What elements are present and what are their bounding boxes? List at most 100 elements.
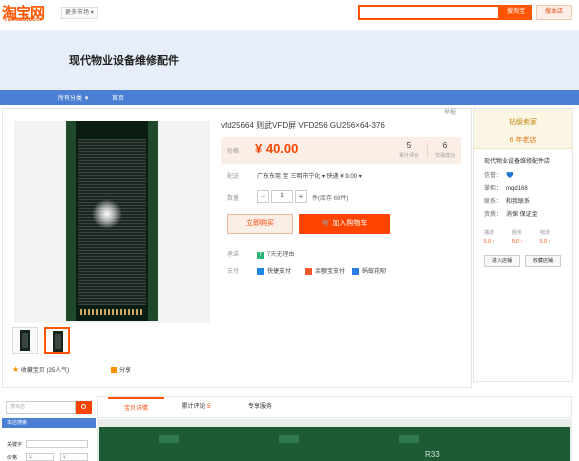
pay-method-quick[interactable]: 快捷支付: [257, 266, 291, 275]
star-icon: ★: [12, 365, 20, 374]
quals-row: 资质： 消保 保证金: [484, 209, 538, 218]
credit-label: 信誉：: [484, 173, 503, 179]
seller-row: 掌柜： mqd168: [484, 183, 528, 192]
shop-search-button[interactable]: [76, 401, 92, 414]
dsr-label: 服务: [512, 230, 523, 236]
dsr-logistics: 物流 5.0 ↑: [540, 229, 551, 245]
taobao-logo[interactable]: 淘宝网 Taobao.com: [2, 2, 52, 24]
quantity-plus-button[interactable]: +: [295, 190, 307, 203]
quantity-minus-button[interactable]: −: [257, 190, 269, 203]
divider: [427, 143, 428, 158]
currency-symbol: ¥: [29, 455, 32, 461]
dsr-label: 描述: [484, 230, 495, 236]
search-taobao-button[interactable]: 搜淘宝: [500, 5, 532, 20]
dsr-value: 5.0 ↑: [512, 239, 523, 245]
tab-reviews[interactable]: 累计评论 5: [168, 397, 224, 418]
dsr-describe: 描述 5.0 ↑: [484, 229, 495, 245]
search-icon: [81, 404, 86, 409]
market-dropdown[interactable]: 更多市场 ▾: [61, 7, 98, 19]
flash-glare: [92, 199, 122, 229]
search-shop-button[interactable]: 搜本店: [536, 5, 572, 20]
quickpay-icon: [257, 267, 264, 275]
shop-nav: 所有分类 ▼ 首页: [0, 90, 579, 105]
stock-text: 件(库存 69件): [312, 196, 349, 202]
seller-level: 钻级卖家: [509, 119, 537, 126]
detail-image: R33: [97, 419, 572, 461]
quals-label: 资质：: [484, 212, 503, 218]
shop-search-title: 本店搜索: [2, 418, 96, 428]
favorite-label: 收藏宝贝 (35人气): [20, 368, 70, 374]
share-link[interactable]: 分享: [111, 365, 131, 374]
nav-home[interactable]: 首页: [112, 93, 124, 102]
seller-name[interactable]: mqd168: [506, 186, 528, 192]
top-bar: 淘宝网 Taobao.com 更多市场 ▾ 搜淘宝 搜本店: [0, 0, 579, 30]
promise-item[interactable]: 7 7天无理由: [257, 249, 294, 259]
contact-link[interactable]: 和我联系: [506, 199, 530, 205]
product-title: vfd25664 则武VFD屏 VFD256 GU256×64-376: [221, 121, 385, 130]
pcb-component: [159, 435, 179, 443]
currency-symbol: ¥: [63, 455, 66, 461]
enter-shop-button[interactable]: 进入店铺: [484, 255, 520, 267]
pcb-component: [279, 435, 299, 443]
reviews-stat[interactable]: 5 累计评价: [397, 141, 421, 159]
search-input[interactable]: [358, 5, 500, 20]
pcb-edge: [148, 121, 158, 321]
shipping-selector[interactable]: 广东东莞 至 三明市宁化 ▾ 快递 ¥ 9.00 ▾: [257, 171, 362, 180]
quantity-label: 数量: [227, 196, 240, 202]
pcb-edge: [66, 121, 76, 321]
trades-count: 6: [442, 141, 448, 150]
share-icon: [111, 367, 117, 374]
keyword-input[interactable]: [26, 440, 88, 448]
pcb-label: R33: [425, 450, 440, 459]
promise-text: 7天无理由: [267, 252, 295, 258]
dsr-value: 5.0 ↑: [484, 239, 495, 245]
buy-now-button[interactable]: 立即购买: [227, 214, 293, 234]
contact-row: 联系： 和我联系: [484, 196, 530, 205]
shop-banner-name: 现代物业设备维修配件: [69, 55, 179, 67]
favorite-item[interactable]: ★ 收藏宝贝 (35人气): [12, 365, 69, 374]
seller-header: 钻级卖家 6 年老店: [474, 109, 572, 149]
tab-reviews-label: 累计评论: [181, 404, 206, 410]
dsr-value: 5.0 ↑: [540, 239, 551, 245]
reviews-count: 5: [406, 141, 412, 150]
thumbnail-1[interactable]: [12, 327, 38, 354]
thumbnail-2[interactable]: [44, 327, 70, 354]
favorite-shop-button[interactable]: 收藏店铺: [525, 255, 561, 267]
thumbnail-image: [53, 331, 63, 352]
promise-label: 承诺: [227, 252, 240, 258]
shop-search-panel: 搜本店 本店搜索 关键字 价格 ¥ ¥: [2, 396, 96, 461]
tab-detail[interactable]: 宝贝详情: [108, 397, 164, 418]
shop-banner: 现代物业设备维修配件: [0, 30, 579, 90]
seller-shop-name[interactable]: 现代物业设备维修配件店: [484, 156, 550, 165]
detail-tabs: 宝贝详情 累计评论 5 专享服务: [97, 396, 572, 418]
pcb-photo: [99, 427, 570, 461]
pay-label: 支付: [227, 269, 240, 275]
huabei-icon: [352, 267, 359, 275]
tab-reviews-count: 5: [207, 404, 211, 410]
price-min-input[interactable]: ¥: [26, 453, 54, 461]
nav-all-categories[interactable]: 所有分类 ▼: [58, 93, 90, 102]
pcb-component: [399, 435, 419, 443]
shop-search-input[interactable]: 搜本店: [6, 401, 76, 414]
tab-service[interactable]: 专享服务: [232, 397, 288, 418]
keyword-label: 关键字: [7, 442, 23, 448]
price-value: ¥ 40.00: [255, 141, 299, 156]
report-link[interactable]: 举报: [444, 107, 456, 116]
price-label: 价格: [227, 149, 240, 155]
vfd-pins: [80, 309, 144, 315]
trades-stat: 6 交易成功: [433, 141, 457, 159]
pay-method-huabei[interactable]: 蚂蚁花呗: [352, 266, 386, 275]
reviews-label: 累计评价: [398, 153, 419, 159]
product-image[interactable]: [66, 121, 158, 321]
contact-label: 联系：: [484, 199, 503, 205]
price-filter-label: 价格: [7, 455, 18, 461]
pay-method-yuebao[interactable]: 余额宝支付: [305, 266, 345, 275]
add-to-cart-button[interactable]: 🛒 加入购物车: [299, 214, 390, 234]
price-max-input[interactable]: ¥: [60, 453, 88, 461]
dsr-label: 物流: [540, 230, 551, 236]
quantity-input[interactable]: 1: [271, 190, 293, 203]
seven-day-icon: 7: [257, 252, 264, 259]
pay-method-label: 快捷支付: [267, 269, 292, 275]
quals-badges[interactable]: 消保 保证金: [506, 212, 538, 218]
shipping-label: 配送: [227, 174, 240, 180]
